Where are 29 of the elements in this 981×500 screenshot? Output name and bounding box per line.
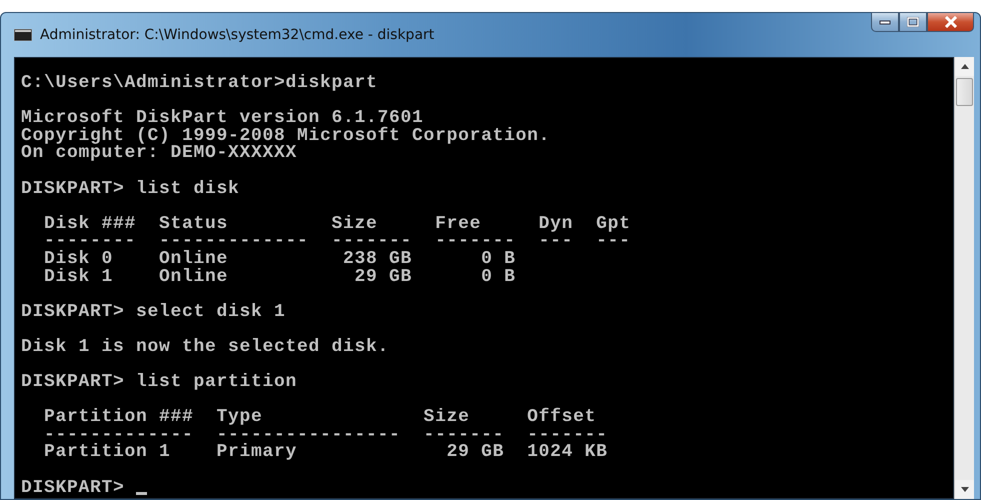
maximize-icon — [907, 17, 919, 27]
console-line: DISKPART> — [21, 480, 126, 498]
console-line: Disk 0 Online 238 GB 0 B — [43, 250, 516, 269]
console-line: On computer: DEMO-XXXXXX — [21, 145, 298, 163]
close-button[interactable] — [927, 12, 974, 32]
window-title: Administrator: C:\Windows\system32\cmd.exe - diskpart — [40, 27, 434, 43]
minimize-button[interactable] — [871, 12, 899, 32]
maximize-button[interactable] — [899, 12, 927, 32]
console-line: Partition ### Type Size Offset — [43, 409, 596, 427]
down-arrow-icon — [960, 487, 968, 492]
console-line: ------------- ---------------- ------- ------- — [43, 426, 608, 444]
scroll-up-button[interactable] — [955, 57, 974, 76]
close-icon — [944, 16, 958, 28]
console-line: Disk 1 Online 29 GB 0 B — [43, 268, 516, 286]
console-line: Partition 1 Primary 29 GB 1024 KB — [43, 444, 608, 462]
console-line: Disk ### Status Size Free Dyn Gpt — [43, 216, 631, 234]
console-line: Copyright (C) 1999-2008 Microsoft Corporation. — [21, 128, 550, 146]
scrollbar-thumb[interactable] — [956, 78, 973, 106]
console-line: DISKPART> select disk 1 — [21, 304, 286, 322]
console-line: Disk 1 is now the selected disk. — [21, 338, 390, 356]
command-prompt-icon — [14, 29, 32, 41]
up-arrow-icon — [960, 64, 968, 69]
console-line: DISKPART> list partition — [21, 374, 298, 392]
console-line: -------- ------------- ------- ------- --- --- — [43, 233, 631, 251]
console-line: Microsoft DiskPart version 6.1.7601 — [21, 110, 424, 128]
console-line: DISKPART> list disk — [21, 180, 240, 198]
console-line: C:\Users\Administrator>diskpart — [21, 75, 378, 93]
minimize-icon — [879, 19, 891, 25]
scroll-down-button[interactable] — [955, 480, 974, 499]
